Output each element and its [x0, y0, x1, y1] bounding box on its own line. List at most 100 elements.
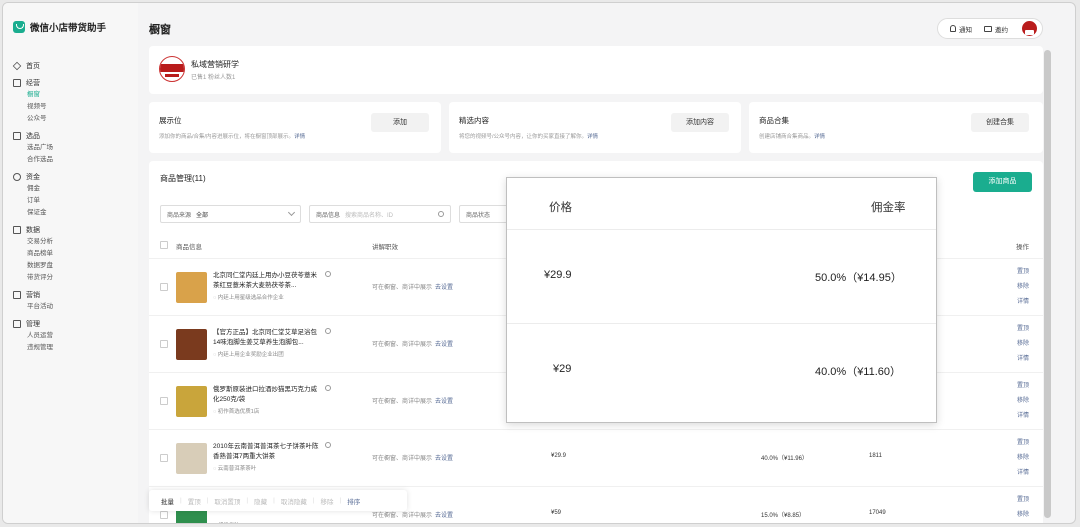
explain-state-text: 可在橱窗、商详中展示 — [372, 513, 433, 519]
batch-action[interactable]: 批量 — [161, 496, 174, 506]
feature-detail-link[interactable]: 详情 — [587, 134, 598, 140]
feature-desc: 添加你的商品/合集/内容进展示位，将在橱窗顶部展示。详情 — [159, 132, 305, 140]
search-input[interactable]: 商品信息 搜索商品名称、ID — [309, 205, 451, 223]
nav-group: 选品 选品广场 合作选品 — [13, 130, 133, 166]
row-checkbox[interactable] — [160, 454, 168, 462]
add-display-button[interactable]: 添加 — [371, 113, 429, 132]
create-collection-button[interactable]: 创建合集 — [971, 113, 1029, 132]
row-op-link[interactable]: 详情 — [1017, 466, 1029, 481]
sidebar-item[interactable]: 视频号 — [13, 101, 133, 113]
sidebar-item[interactable]: 人员运营 — [13, 330, 133, 342]
brand[interactable]: 微信小店带货助手 — [13, 20, 106, 34]
source-filter[interactable]: 商品来源 全部 — [160, 205, 301, 223]
nav-group: 首页 — [12, 60, 133, 72]
product-thumbnail[interactable] — [176, 443, 207, 474]
row-op-link[interactable]: 详情 — [1017, 409, 1029, 424]
batch-action[interactable]: 移除 — [321, 496, 334, 506]
row-ops: 置顶移除详情 — [1017, 436, 1029, 481]
feature-desc-text: 添加你的商品/合集/内容进展示位，将在橱窗顶部展示。 — [159, 134, 295, 140]
row-checkbox[interactable] — [160, 397, 168, 405]
shop-avatar[interactable] — [159, 56, 185, 82]
nav-head-label: 管理 — [26, 321, 40, 328]
sidebar-item[interactable]: 选品广场 — [13, 142, 133, 154]
zoom-price: ¥29 — [553, 363, 572, 375]
product-title[interactable]: 【官方正品】北京同仁堂艾草足浴包14味泡脚生姜艾草养生泡脚包... — [213, 328, 323, 348]
product-thumbnail[interactable] — [176, 272, 207, 303]
sidebar-item[interactable]: 数据罗盘 — [13, 260, 133, 272]
row-op-link[interactable]: 移除 — [1017, 508, 1029, 523]
zoom-divider — [507, 229, 936, 230]
product-thumbnail[interactable] — [176, 329, 207, 360]
batch-action[interactable]: 置顶 — [188, 496, 201, 506]
feature-title: 展示位 — [159, 116, 182, 125]
add-goods-button[interactable]: 添加商品 — [973, 172, 1032, 192]
feature-detail-link[interactable]: 详情 — [294, 134, 305, 140]
set-link[interactable]: 去设置 — [435, 285, 453, 291]
feature-detail-link[interactable]: 详情 — [814, 134, 825, 140]
row-op-link[interactable]: 详情 — [1017, 352, 1029, 367]
row-checkbox[interactable] — [160, 283, 168, 291]
row-op-link[interactable]: 置顶 — [1017, 436, 1029, 451]
nav-head[interactable]: 经营 — [13, 77, 133, 89]
add-content-button[interactable]: 添加内容 — [671, 113, 729, 132]
nav-head[interactable]: 营销 — [13, 289, 133, 301]
row-op-link[interactable]: 置顶 — [1017, 265, 1029, 280]
nav-head[interactable]: 数据 — [13, 224, 133, 236]
invite-button[interactable]: 邀约 — [984, 24, 1008, 34]
avatar-band-2 — [165, 74, 179, 77]
select-all-checkbox[interactable] — [160, 241, 168, 249]
set-link[interactable]: 去设置 — [435, 513, 453, 519]
batch-action[interactable]: 排序 — [347, 496, 360, 506]
sidebar-item[interactable]: 公众号 — [13, 113, 133, 125]
sidebar-item[interactable]: 交易分析 — [13, 236, 133, 248]
row-checkbox[interactable] — [160, 511, 168, 519]
info-icon — [325, 271, 331, 277]
sidebar-item[interactable]: 保证金 — [13, 207, 133, 219]
sidebar-item[interactable]: 平台活动 — [13, 301, 133, 313]
row-op-link[interactable]: 置顶 — [1017, 493, 1029, 508]
batch-action[interactable]: 取消隐藏 — [281, 496, 307, 506]
row-op-link[interactable]: 置顶 — [1017, 379, 1029, 394]
row-op-link[interactable]: 置顶 — [1017, 322, 1029, 337]
nav-head[interactable]: 选品 — [13, 130, 133, 142]
batch-action[interactable]: 隐藏 — [254, 496, 267, 506]
sidebar-item[interactable]: 佣金 — [13, 183, 133, 195]
batch-action[interactable]: 取消置顶 — [214, 496, 240, 506]
nav-head[interactable]: 资金 — [13, 171, 133, 183]
product-commission: 40.0%（¥11.96） — [761, 456, 808, 462]
row-op-link[interactable]: 详情 — [1017, 523, 1029, 524]
set-link[interactable]: 去设置 — [435, 399, 453, 405]
row-op-link[interactable]: 移除 — [1017, 394, 1029, 409]
notify-button[interactable]: 通知 — [950, 24, 972, 34]
row-op-link[interactable]: 移除 — [1017, 337, 1029, 352]
explain-state: 可在橱窗、商详中展示 去设置 — [372, 453, 453, 462]
row-op-link[interactable]: 移除 — [1017, 451, 1029, 466]
row-op-link[interactable]: 详情 — [1017, 295, 1029, 310]
sidebar-item[interactable]: 橱窗 — [13, 89, 133, 101]
sidebar-item[interactable]: 违规管理 — [13, 342, 133, 354]
nav-head-label: 营销 — [26, 292, 40, 299]
app-window: 微信小店带货助手 首页经营 橱窗 视频号 公众号选品 选品广场 合作选品资金 佣金 订单 保证金… — [2, 2, 1076, 524]
nav-head[interactable]: 管理 — [13, 318, 133, 330]
product-title[interactable]: 2010年云南普洱普洱茶七子饼茶叶陈香熟普洱7两重大饼茶 — [213, 442, 323, 462]
set-link[interactable]: 去设置 — [435, 342, 453, 348]
product-thumbnail[interactable] — [176, 386, 207, 417]
row-op-link[interactable]: 移除 — [1017, 280, 1029, 295]
set-link[interactable]: 去设置 — [435, 456, 453, 462]
sidebar-item[interactable]: 订单 — [13, 195, 133, 207]
shop-logo-icon — [13, 21, 25, 33]
nav-head[interactable]: 首页 — [12, 60, 133, 72]
explain-state-text: 可在橱窗、商详中展示 — [372, 399, 433, 405]
product-sales: 17049 — [869, 510, 886, 516]
product-title[interactable]: 俄罗斯原装进口拉酒炒猫黑巧克力威化250克/袋 — [213, 385, 323, 405]
scrollbar[interactable] — [1044, 50, 1051, 518]
search-icon[interactable] — [438, 211, 444, 217]
row-checkbox[interactable] — [160, 340, 168, 348]
divider: | — [246, 497, 249, 504]
user-avatar[interactable] — [1021, 20, 1038, 37]
table-row: 2010年云南普洱普洱茶七子饼茶叶陈香熟普洱7两重大饼茶云南普洱茶茶叶 可在橱窗、… — [149, 429, 1043, 486]
sidebar-item[interactable]: 带货评分 — [13, 272, 133, 284]
sidebar-item[interactable]: 合作选品 — [13, 154, 133, 166]
sidebar-item[interactable]: 商品榜单 — [13, 248, 133, 260]
product-title[interactable]: 北京同仁堂内廷上用办小豆茯苓薏米茶红豆薏米茶大麦熟茯苓茶... — [213, 271, 323, 291]
